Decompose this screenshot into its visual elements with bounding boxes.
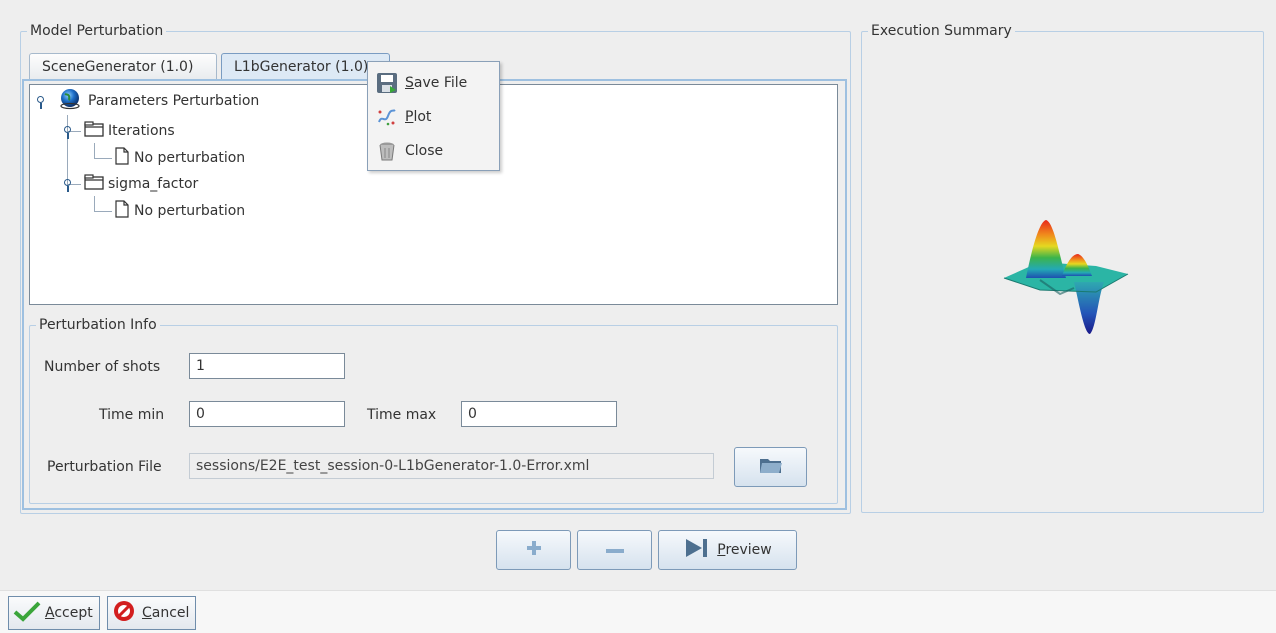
perturbation-info-title: Perturbation Info xyxy=(36,317,160,333)
cancel-button[interactable]: Cancel xyxy=(107,596,197,630)
tree-node-iterations[interactable]: Iterations xyxy=(84,121,175,141)
tree-root-label: Parameters Perturbation xyxy=(88,93,260,109)
expand-handle-icon[interactable] xyxy=(63,126,72,139)
tree-connector xyxy=(94,158,112,159)
globe-icon xyxy=(58,87,82,115)
tab-scene-generator[interactable]: SceneGenerator (1.0) xyxy=(29,53,217,80)
expand-handle-icon[interactable] xyxy=(63,179,72,192)
accept-label: Accept xyxy=(45,605,93,621)
tab-label: SceneGenerator (1.0) xyxy=(42,59,194,75)
preview-label: Preview xyxy=(717,542,772,558)
execution-summary-title: Execution Summary xyxy=(868,23,1015,39)
tab-l1b-generator[interactable]: L1bGenerator (1.0) xyxy=(221,53,390,80)
time-max-input[interactable]: 0 xyxy=(461,401,617,427)
menu-item-label: Close xyxy=(405,143,444,159)
tree-connector xyxy=(94,143,95,158)
folder-icon xyxy=(84,174,104,194)
time-max-label: Time max xyxy=(367,407,437,423)
menu-item-plot[interactable]: Plot xyxy=(376,104,431,130)
mnemonic: A xyxy=(45,605,55,621)
browse-file-button[interactable] xyxy=(734,447,807,487)
add-button[interactable] xyxy=(496,530,571,570)
menu-item-text: ave File xyxy=(413,75,468,91)
tree-connector xyxy=(94,196,95,211)
tree-root-node[interactable]: Parameters Perturbation xyxy=(58,89,260,111)
time-min-input[interactable]: 0 xyxy=(189,401,345,427)
plus-icon xyxy=(526,540,542,560)
menu-item-close[interactable]: Close xyxy=(376,138,443,164)
remove-button[interactable] xyxy=(577,530,652,570)
cancel-icon xyxy=(112,599,136,627)
time-min-label: Time min xyxy=(99,407,165,423)
perturbation-file-label: Perturbation File xyxy=(47,459,162,475)
folder-icon xyxy=(84,121,104,141)
mnemonic: S xyxy=(405,75,414,91)
tree-leaf-label: No perturbation xyxy=(134,203,246,219)
mnemonic: C xyxy=(142,605,152,621)
menu-item-label: Plot xyxy=(405,109,431,125)
menu-item-text: lot xyxy=(413,109,432,125)
preview-button[interactable]: Preview xyxy=(658,530,797,570)
minus-icon xyxy=(605,542,624,558)
tree-leaf-label: No perturbation xyxy=(134,150,246,166)
play-next-icon xyxy=(683,537,711,563)
bottom-bar: Accept Cancel xyxy=(0,590,1276,633)
tree-node-label: Iterations xyxy=(108,123,175,139)
plot-icon xyxy=(376,106,398,128)
tree-leaf-iterations[interactable]: No perturbation xyxy=(114,147,246,169)
checkmark-icon xyxy=(13,600,41,626)
trash-icon xyxy=(376,140,398,162)
accept-button[interactable]: Accept xyxy=(8,596,100,630)
surface-plot-logo xyxy=(1000,218,1132,336)
tree-connector xyxy=(94,211,112,212)
save-icon xyxy=(376,72,398,94)
expand-handle-icon[interactable] xyxy=(36,96,45,109)
model-perturbation-title: Model Perturbation xyxy=(27,23,167,39)
file-icon xyxy=(114,200,130,222)
tree-node-sigma-factor[interactable]: sigma_factor xyxy=(84,174,198,194)
cancel-label: Cancel xyxy=(142,605,189,621)
number-of-shots-input[interactable]: 1 xyxy=(189,353,345,379)
menu-item-save-file[interactable]: Save File xyxy=(376,70,467,96)
tab-label: L1bGenerator (1.0) xyxy=(234,59,369,75)
accept-text: ccept xyxy=(54,605,93,621)
tree-leaf-sigma-factor[interactable]: No perturbation xyxy=(114,200,246,222)
context-menu: Save File Plot Close xyxy=(367,61,500,171)
open-folder-icon xyxy=(758,455,784,479)
preview-text: review xyxy=(725,542,772,558)
menu-item-label: Save File xyxy=(405,75,467,91)
number-of-shots-label: Number of shots xyxy=(44,359,161,375)
file-icon xyxy=(114,147,130,169)
perturbation-file-field: sessions/E2E_test_session-0-L1bGenerator… xyxy=(189,453,714,479)
cancel-text: ancel xyxy=(151,605,190,621)
tree-node-label: sigma_factor xyxy=(108,176,199,192)
